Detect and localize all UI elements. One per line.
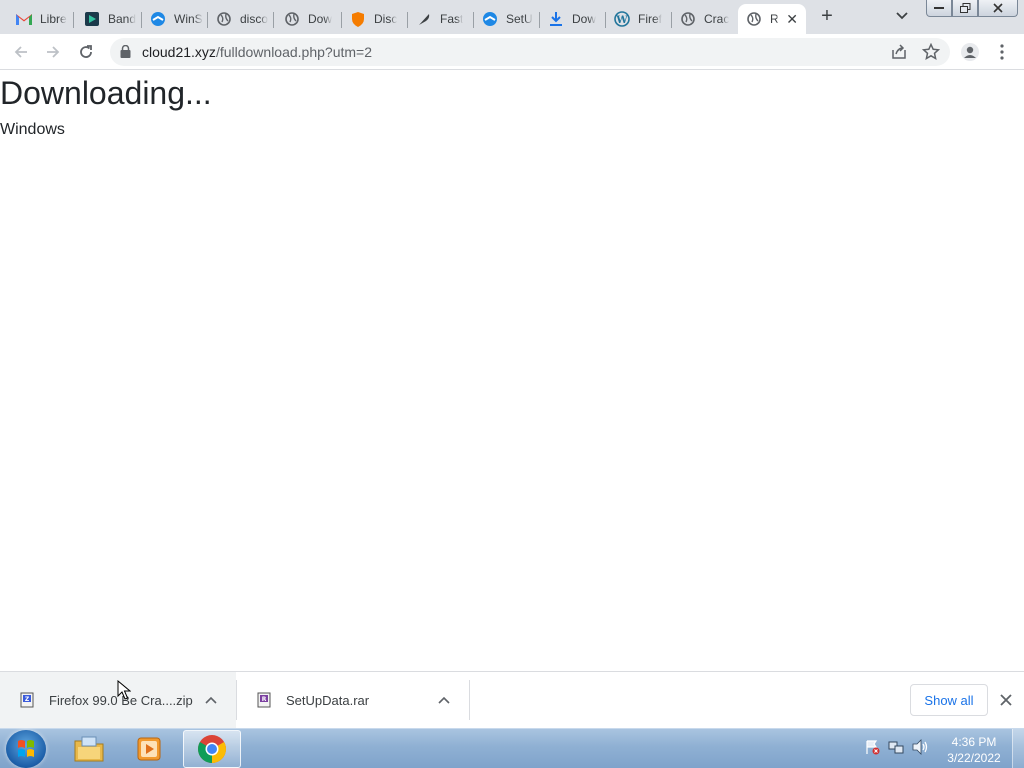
download-filename: SetUpData.rar — [286, 692, 370, 708]
tab-title: disco — [240, 12, 269, 26]
url-text[interactable]: cloud21.xyz/fulldownload.php?utm=2 — [142, 44, 372, 60]
folder-icon — [74, 736, 104, 762]
tab-title: Libre — [40, 12, 67, 26]
tab-6[interactable]: Disc — [342, 4, 408, 34]
windows-logo-icon — [18, 740, 34, 757]
back-arrow-icon[interactable] — [9, 40, 33, 64]
tab-title: Disc — [374, 12, 398, 26]
taskbar-explorer[interactable] — [60, 730, 118, 768]
taskbar-clock[interactable]: 4:36 PM 3/22/2022 — [940, 734, 1008, 766]
reload-icon[interactable] — [74, 40, 98, 64]
tab-title: Dow — [308, 12, 333, 26]
chrome-icon — [198, 735, 226, 763]
close-window-button[interactable] — [978, 0, 1018, 17]
tab-title: Firef — [638, 12, 662, 26]
tab-title: Fast — [440, 12, 464, 26]
window-controls — [926, 0, 1018, 17]
tab-10[interactable]: W Firef — [606, 4, 672, 34]
tab-7[interactable]: Fast — [408, 4, 474, 34]
tab-strip: Libre Band WinS disco Dow Disc Fast SetU… — [0, 0, 1024, 34]
close-tab-icon[interactable]: ✕ — [786, 11, 798, 28]
taskbar-chrome[interactable] — [183, 730, 241, 768]
svg-text:R: R — [262, 696, 267, 703]
tab-title: Dow — [572, 12, 597, 26]
svg-text:W: W — [615, 15, 628, 26]
tab-title: Band — [108, 12, 137, 26]
browser-toolbar: cloud21.xyz/fulldownload.php?utm=2 — [0, 34, 1024, 70]
bookmark-star-icon[interactable] — [921, 42, 941, 66]
chevron-up-icon[interactable] — [437, 692, 453, 708]
globe-icon — [284, 11, 300, 27]
feather-icon — [416, 11, 432, 27]
tab-title: WinS — [174, 12, 203, 26]
chevron-up-icon[interactable] — [204, 692, 220, 708]
windows-taskbar: 4:36 PM 3/22/2022 — [0, 728, 1024, 768]
tab-3[interactable]: WinS — [142, 4, 208, 34]
tab-8[interactable]: SetU — [474, 4, 540, 34]
os-label: Windows — [0, 121, 65, 138]
download-item-2[interactable]: R SetUpData.rar — [237, 672, 469, 728]
start-button[interactable] — [6, 730, 46, 768]
tab-2[interactable]: Band — [76, 4, 142, 34]
shield-icon — [350, 11, 366, 27]
volume-icon[interactable] — [912, 739, 930, 760]
bandicam-icon — [84, 11, 100, 27]
tab-search-chevron-icon[interactable] — [895, 8, 915, 26]
address-bar[interactable]: cloud21.xyz/fulldownload.php?utm=2 — [110, 38, 950, 66]
winscp-icon — [482, 11, 498, 27]
globe-icon — [680, 11, 696, 27]
show-all-downloads-button[interactable]: Show all — [910, 684, 988, 716]
restore-button[interactable] — [952, 0, 978, 17]
media-player-icon — [137, 737, 161, 761]
mouse-cursor-icon — [117, 679, 132, 705]
action-center-flag-icon[interactable] — [864, 739, 880, 760]
menu-kebab-icon[interactable] — [990, 40, 1014, 64]
download-shelf: Z Firefox 99.0 Be Cra....zip R SetUpData… — [0, 671, 1024, 728]
url-path: /fulldownload.php?utm=2 — [215, 44, 372, 60]
gmail-icon — [16, 11, 32, 27]
taskbar-media-player[interactable] — [120, 730, 178, 768]
page-content: Downloading... Windows — [0, 71, 1024, 671]
lock-icon[interactable] — [120, 44, 131, 63]
close-shelf-icon[interactable] — [996, 690, 1016, 710]
zip-archive-icon: Z — [20, 692, 36, 708]
minimize-button[interactable] — [926, 0, 952, 17]
rar-archive-icon: R — [257, 692, 273, 708]
url-host: cloud21.xyz — [142, 44, 216, 60]
tab-11[interactable]: Crac — [672, 4, 738, 34]
tab-4[interactable]: disco — [208, 4, 274, 34]
profile-avatar-icon[interactable] — [958, 40, 982, 64]
system-tray — [864, 739, 930, 760]
forward-arrow-icon[interactable] — [41, 40, 65, 64]
globe-icon — [746, 11, 762, 27]
new-tab-button[interactable]: + — [815, 6, 839, 28]
tab-5[interactable]: Dow — [276, 4, 342, 34]
winscp-icon — [150, 11, 166, 27]
network-icon[interactable] — [888, 739, 904, 760]
show-desktop-button[interactable] — [1012, 729, 1024, 768]
clock-time: 4:36 PM — [951, 735, 997, 749]
tab-12-active[interactable]: R ✕ — [738, 4, 806, 34]
tab-title: Crac — [704, 12, 730, 26]
tab-1[interactable]: Libre — [8, 4, 74, 34]
tab-title: SetU — [506, 12, 533, 26]
wordpress-icon: W — [614, 11, 630, 27]
page-heading: Downloading... — [0, 75, 212, 111]
share-icon[interactable] — [890, 43, 908, 66]
download-icon — [548, 11, 564, 27]
svg-text:Z: Z — [25, 696, 30, 703]
tab-title: R — [770, 12, 779, 26]
clock-date: 3/22/2022 — [947, 751, 1001, 765]
globe-icon — [216, 11, 232, 27]
tab-9[interactable]: Dow — [540, 4, 606, 34]
